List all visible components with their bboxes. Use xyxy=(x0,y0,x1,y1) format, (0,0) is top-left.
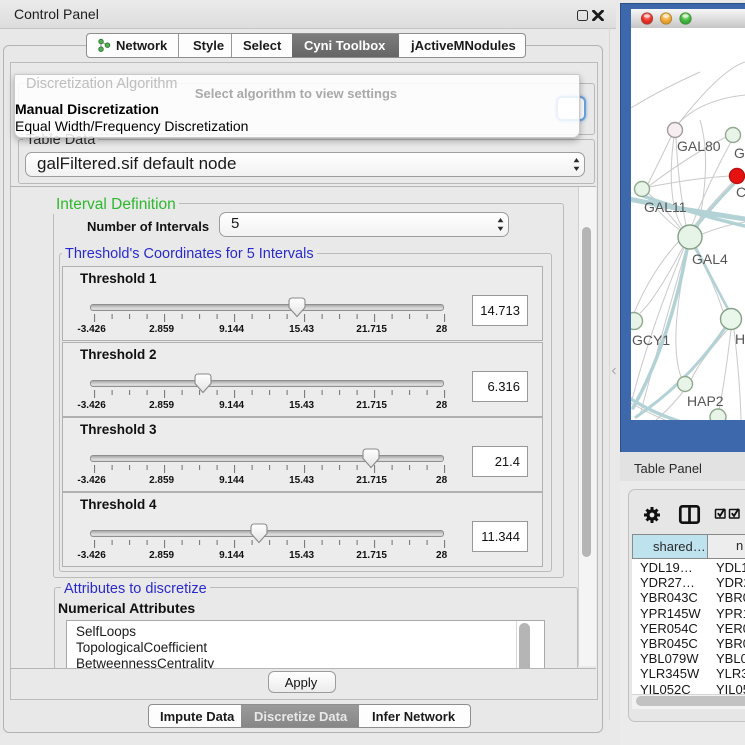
svg-text:GCY1: GCY1 xyxy=(632,332,670,348)
svg-text:GAL80: GAL80 xyxy=(677,138,721,154)
svg-text:H: H xyxy=(735,331,745,347)
svg-text:GAL4: GAL4 xyxy=(692,251,728,267)
svg-text:C: C xyxy=(736,184,745,200)
svg-text:GAL11: GAL11 xyxy=(644,199,687,215)
svg-text:HAP2: HAP2 xyxy=(687,393,724,409)
svg-text:GA: GA xyxy=(734,145,745,161)
